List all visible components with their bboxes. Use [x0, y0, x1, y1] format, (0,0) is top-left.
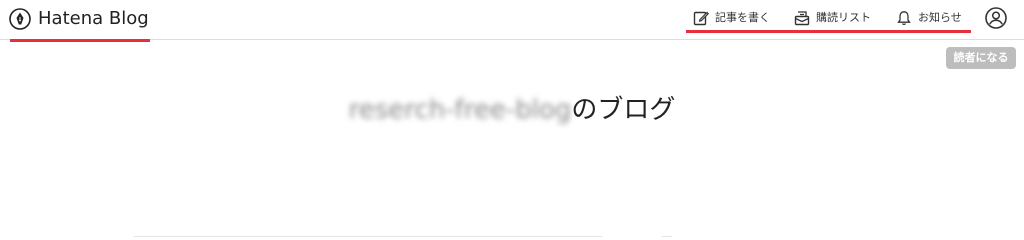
pen-nib-icon — [9, 8, 31, 30]
notifications-link[interactable]: お知らせ — [896, 8, 962, 28]
content-card-edge-right — [662, 236, 672, 240]
logo-text: Hatena Blog — [38, 8, 149, 29]
subscription-list-label: 購読リスト — [816, 11, 871, 24]
subscribe-button[interactable]: 読者になる — [946, 47, 1016, 69]
bell-icon — [897, 11, 911, 25]
top-navigation-bar: Hatena Blog 記事を書く 購読リスト お知らせ — [0, 0, 1024, 40]
page: Hatena Blog 記事を書く 購読リスト お知らせ 読者になる reser… — [0, 0, 1024, 240]
blog-title[interactable]: reserch-free-blogのブログ — [0, 92, 1024, 132]
write-article-link[interactable]: 記事を書く — [693, 8, 770, 28]
blog-name-redacted: reserch-free-blog — [348, 95, 572, 125]
notifications-label: お知らせ — [918, 11, 962, 24]
content-card-edge — [134, 236, 602, 240]
user-avatar-icon[interactable] — [985, 7, 1007, 29]
subscription-list-icon — [794, 11, 810, 26]
hatena-blog-logo[interactable]: Hatena Blog — [9, 7, 149, 31]
blog-title-suffix: のブログ — [571, 95, 676, 125]
edit-icon — [693, 11, 709, 26]
nav-highlight-underline — [686, 30, 971, 33]
subscription-list-link[interactable]: 購読リスト — [794, 8, 871, 28]
write-article-label: 記事を書く — [715, 11, 770, 24]
logo-highlight-underline — [10, 39, 150, 42]
